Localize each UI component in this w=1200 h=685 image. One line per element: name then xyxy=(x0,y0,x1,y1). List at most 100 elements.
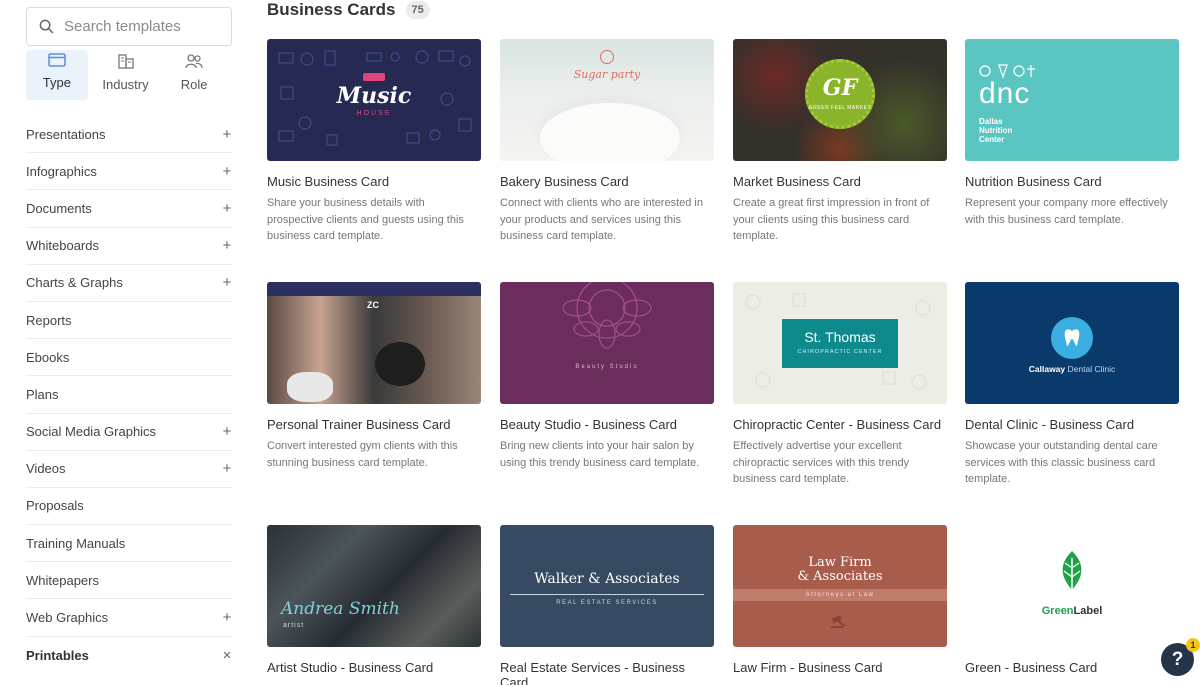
nav-item-ebooks[interactable]: Ebooks xyxy=(26,339,233,377)
nav-label: Whitepapers xyxy=(26,572,99,588)
nav-item-presentations[interactable]: Presentations + xyxy=(26,116,233,154)
thumb-title: Callaway xyxy=(1028,364,1066,374)
nav-label: Proposals xyxy=(26,498,84,514)
card-title[interactable]: Bakery Business Card xyxy=(500,174,714,189)
expand-icon[interactable]: + xyxy=(221,423,233,440)
card-title[interactable]: Chiropractic Center - Business Card xyxy=(733,417,947,432)
expand-icon[interactable]: + xyxy=(221,460,233,477)
subtitle-wrap: REAL ESTATE SERVICES xyxy=(500,591,714,609)
nav-item-charts-graphs[interactable]: Charts & Graphs + xyxy=(26,265,233,302)
boxing-glove xyxy=(287,372,333,402)
expand-icon[interactable]: + xyxy=(221,237,233,254)
expand-icon[interactable]: + xyxy=(221,163,233,180)
expand-icon[interactable]: + xyxy=(221,126,233,143)
nav-item-plans[interactable]: Plans xyxy=(26,376,233,414)
template-card[interactable]: Sugar party Bakery Business Card Connect… xyxy=(500,39,714,245)
nav-item-web-graphics[interactable]: Web Graphics + xyxy=(26,599,233,637)
expand-icon[interactable]: + xyxy=(221,200,233,217)
card-thumbnail[interactable]: Walker & Associates REAL ESTATE SERVICES xyxy=(500,525,714,647)
card-thumbnail[interactable]: Music HOUSE xyxy=(267,39,481,161)
card-description: Connect with clients who are interested … xyxy=(500,197,703,242)
card-thumbnail[interactable]: Andrea Smith artist xyxy=(267,525,481,647)
card-description: Effectively advertise your excellent chi… xyxy=(733,440,910,485)
vegetable-icons xyxy=(979,64,1035,79)
template-card[interactable]: Walker & Associates REAL ESTATE SERVICES… xyxy=(500,525,714,685)
expand-icon[interactable]: + xyxy=(221,274,233,291)
thumb-title: ZC xyxy=(367,300,379,310)
filter-role[interactable]: Role xyxy=(163,50,225,100)
card-thumbnail[interactable]: Callaway Dental Clinic xyxy=(965,282,1179,404)
thumb-title: Walker & Associates xyxy=(534,571,680,587)
nav-label: Presentations xyxy=(26,126,106,142)
thumb-title: Music xyxy=(336,83,412,109)
nav-item-whiteboards[interactable]: Whiteboards + xyxy=(26,228,233,265)
tooth-icon xyxy=(1064,329,1080,346)
nav-item-videos[interactable]: Videos + xyxy=(26,451,233,488)
collapse-icon[interactable]: × xyxy=(221,647,233,664)
nav-item-proposals[interactable]: Proposals xyxy=(26,488,233,526)
card-description: Convert interested gym clients with this… xyxy=(267,440,458,469)
nav-item-documents[interactable]: Documents + xyxy=(26,190,233,228)
expand-icon[interactable]: + xyxy=(221,609,233,626)
card-thumbnail[interactable]: GF GREEN FEEL MARKET xyxy=(733,39,947,161)
thumb-title-group: Law Firm & Associates xyxy=(733,556,947,584)
search-box[interactable] xyxy=(26,7,232,46)
card-title[interactable]: Law Firm - Business Card xyxy=(733,660,947,675)
card-title[interactable]: Personal Trainer Business Card xyxy=(267,417,481,432)
nav-item-social-media-graphics[interactable]: Social Media Graphics + xyxy=(26,414,233,451)
thumb-title: St. Thomas xyxy=(804,329,876,345)
template-card[interactable]: Andrea Smith artist Artist Studio - Busi… xyxy=(267,525,481,675)
card-title[interactable]: Nutrition Business Card xyxy=(965,174,1179,189)
search-input[interactable] xyxy=(64,18,214,35)
nav-label: Charts & Graphs xyxy=(26,275,123,291)
card-title[interactable]: Green - Business Card xyxy=(965,660,1179,675)
card-description: Bring new clients into your hair salon b… xyxy=(500,440,700,469)
nav-label: Plans xyxy=(26,386,59,402)
thumb-subtitle: CHIROPRACTIC CENTER xyxy=(797,349,883,355)
notification-badge: 1 xyxy=(1186,638,1200,652)
nav-label: Whiteboards xyxy=(26,238,99,254)
template-card[interactable]: Law Firm & Associates Attorneys at Law L… xyxy=(733,525,947,675)
template-card[interactable]: Callaway Dental Clinic Dental Clinic - B… xyxy=(965,282,1179,488)
nav-item-whitepapers[interactable]: Whitepapers xyxy=(26,562,233,600)
card-thumbnail[interactable]: Sugar party xyxy=(500,39,714,161)
card-title[interactable]: Market Business Card xyxy=(733,174,947,189)
nav-item-training-manuals[interactable]: Training Manuals xyxy=(26,525,233,563)
nav-item-infographics[interactable]: Infographics + xyxy=(26,153,233,191)
gavel-icon xyxy=(831,615,846,628)
thumb-title: Andrea Smith xyxy=(281,599,400,619)
help-button[interactable]: ? 1 xyxy=(1161,638,1200,676)
template-card[interactable]: GreenLabel Green - Business Card xyxy=(965,525,1179,675)
type-icon xyxy=(48,53,66,67)
card-title[interactable]: Music Business Card xyxy=(267,174,481,189)
filter-industry[interactable]: Industry xyxy=(95,50,157,100)
template-card[interactable]: Beauty Studio Beauty Studio - Business C… xyxy=(500,282,714,471)
thumb-title: Law Firm xyxy=(808,555,872,570)
card-thumbnail[interactable]: dnc Dallas Nutrition Center xyxy=(965,39,1179,161)
nav-label: Web Graphics xyxy=(26,610,109,626)
card-thumbnail[interactable]: St. Thomas CHIROPRACTIC CENTER xyxy=(733,282,947,404)
template-card[interactable]: dnc Dallas Nutrition Center Nutrition Bu… xyxy=(965,39,1179,228)
card-description: Create a great first impression in front… xyxy=(733,197,930,242)
nav-item-reports[interactable]: Reports xyxy=(26,302,233,340)
card-title[interactable]: Dental Clinic - Business Card xyxy=(965,417,1179,432)
card-thumbnail[interactable]: Law Firm & Associates Attorneys at Law xyxy=(733,525,947,647)
card-title[interactable]: Real Estate Services - Business Card xyxy=(500,660,714,685)
card-thumbnail[interactable]: Beauty Studio xyxy=(500,282,714,404)
template-card[interactable]: St. Thomas CHIROPRACTIC CENTER Chiroprac… xyxy=(733,282,947,488)
card-thumbnail[interactable]: ZC xyxy=(267,282,481,404)
filter-tabs: Type Industry Role xyxy=(26,50,232,100)
leaf-icon xyxy=(1062,551,1082,596)
thumb-subtitle: Dallas Nutrition Center xyxy=(979,117,1013,144)
help-label: ? xyxy=(1171,648,1184,670)
nav-label: Printables xyxy=(26,647,89,663)
template-card[interactable]: Music HOUSE Music Business Card Share yo… xyxy=(267,39,481,245)
filter-type[interactable]: Type xyxy=(26,50,88,100)
filter-label: Industry xyxy=(102,77,149,92)
template-card[interactable]: GF GREEN FEEL MARKET Market Business Car… xyxy=(733,39,947,245)
template-card[interactable]: ZC Personal Trainer Business Card Conver… xyxy=(267,282,481,471)
card-title[interactable]: Artist Studio - Business Card xyxy=(267,660,481,675)
nav-item-printables[interactable]: Printables × xyxy=(26,637,233,674)
card-title[interactable]: Beauty Studio - Business Card xyxy=(500,417,714,432)
card-thumbnail[interactable]: GreenLabel xyxy=(965,525,1179,647)
